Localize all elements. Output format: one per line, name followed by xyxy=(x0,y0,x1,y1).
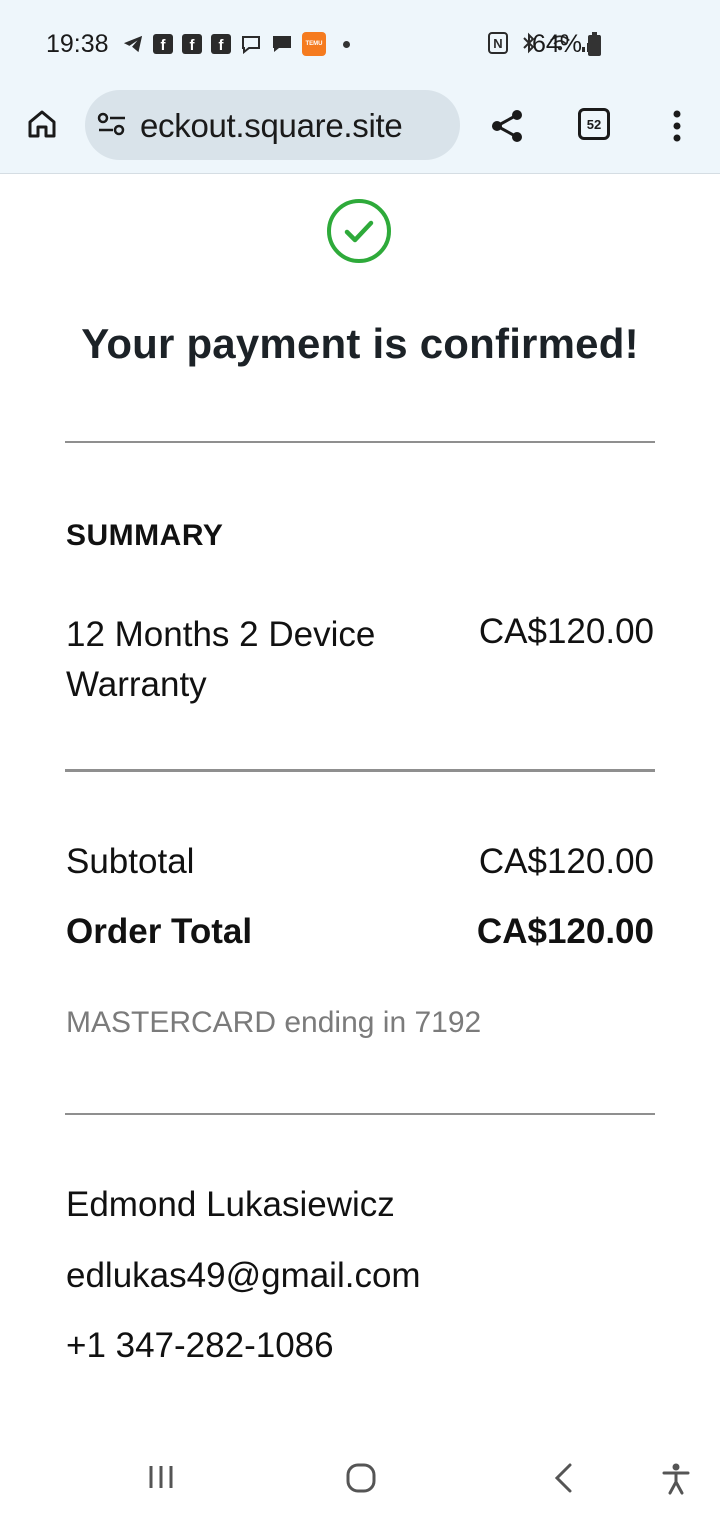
customer-name: Edmond Lukasiewicz xyxy=(66,1185,395,1224)
more-options-button[interactable] xyxy=(665,106,689,146)
home-button[interactable] xyxy=(22,104,62,144)
accessibility-icon xyxy=(662,1463,690,1495)
home-circle-icon xyxy=(346,1463,376,1493)
system-nav-bar xyxy=(0,1432,720,1520)
message-icon xyxy=(271,33,293,55)
recent-apps-button[interactable] xyxy=(146,1462,176,1497)
battery-icon xyxy=(588,32,601,56)
recent-apps-icon xyxy=(149,1466,173,1488)
address-bar[interactable]: eckout.square.site xyxy=(85,90,460,160)
home-icon xyxy=(28,110,56,138)
dot-icon xyxy=(343,40,350,48)
line-item-name: 12 Months 2 Device Warranty xyxy=(66,615,376,704)
facebook-icon: f xyxy=(182,34,202,54)
url-text[interactable]: eckout.square.site xyxy=(140,107,403,145)
status-time: 19:38 xyxy=(46,30,109,58)
divider xyxy=(65,441,655,443)
facebook-icon: f xyxy=(153,34,173,54)
subtotal-label: Subtotal xyxy=(66,842,195,881)
svg-text:N: N xyxy=(493,36,502,51)
accessibility-button[interactable] xyxy=(660,1462,692,1501)
temu-app-icon: TEMU xyxy=(302,32,326,56)
home-nav-button[interactable] xyxy=(345,1462,377,1499)
site-settings-icon[interactable] xyxy=(97,111,127,142)
facebook-icon: f xyxy=(211,34,231,54)
nfc-icon: N xyxy=(487,32,509,54)
back-chevron-icon xyxy=(554,1463,572,1493)
checkmark-circle-icon xyxy=(327,199,391,263)
payment-method: MASTERCARD ending in 7192 xyxy=(66,1006,482,1039)
share-button[interactable] xyxy=(488,106,528,146)
line-item-price: CA$120.00 xyxy=(478,612,654,651)
subtotal-value: CA$120.00 xyxy=(478,842,654,881)
more-vert-icon xyxy=(673,110,681,142)
order-total-label: Order Total xyxy=(66,912,253,951)
divider xyxy=(65,1113,655,1115)
telegram-icon xyxy=(122,33,144,55)
status-bar: 19:38 f f f TEMU N 64% xyxy=(0,0,720,88)
order-total-value: CA$120.00 xyxy=(476,912,654,951)
chat-bubble-icon xyxy=(240,33,262,55)
battery-percentage: 64% xyxy=(532,30,583,58)
notification-icons: f f f TEMU xyxy=(122,32,350,56)
share-icon xyxy=(492,110,522,142)
customer-phone: +1 347-282-1086 xyxy=(66,1326,334,1365)
divider xyxy=(65,769,655,772)
back-button[interactable] xyxy=(550,1462,578,1499)
summary-heading: SUMMARY xyxy=(66,519,224,552)
page-title: Your payment is confirmed! xyxy=(81,320,639,367)
tab-switcher-button[interactable]: 52 xyxy=(578,108,610,140)
browser-toolbar: eckout.square.site 52 xyxy=(0,88,720,174)
customer-email: edlukas49@gmail.com xyxy=(66,1256,421,1295)
